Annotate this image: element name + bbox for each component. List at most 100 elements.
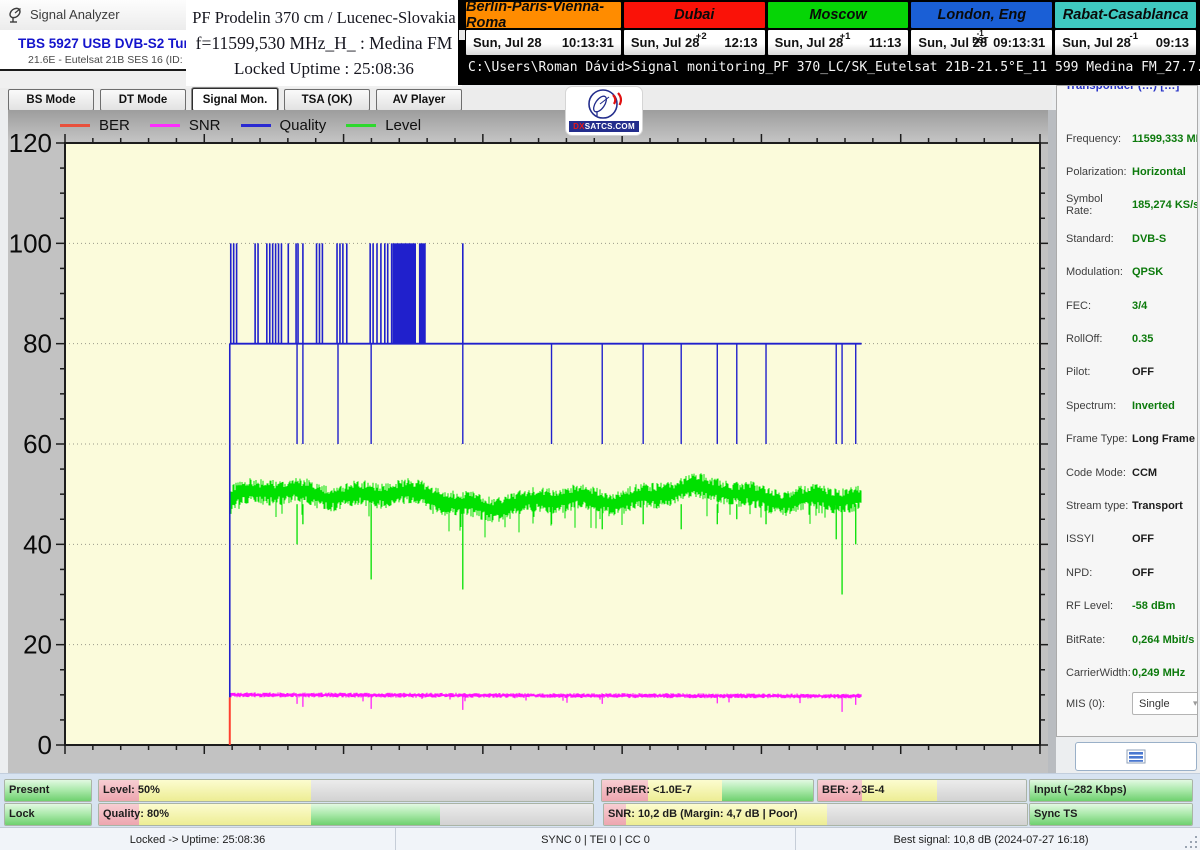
logo-dish-icon [566,87,640,121]
svg-text:20: 20 [23,630,52,660]
clock-city-1[interactable]: Dubai [624,2,765,28]
param-row: CarrierWidth:0,249 MHz [1066,656,1192,689]
clock-time-0: Sun, Jul 2810:13:31 [466,30,621,55]
clock-city-3[interactable]: London, Eng [911,2,1052,28]
param-row: RollOff:0.35 [1066,322,1192,355]
resize-grip[interactable] [1186,828,1200,850]
bar-segment-green [722,780,813,801]
legend-label: SNR [189,117,221,134]
param-label: FEC: [1066,300,1132,312]
clock-city-2[interactable]: Moscow [768,2,909,28]
signal-params-rows: Frequency:11599,333 MHzPolarization:Hori… [1066,122,1192,690]
svg-text:40: 40 [23,529,52,559]
clock-time-3: Sun, Jul 28-1DST09:13:31 [911,30,1052,55]
param-value: DVB-S [1132,233,1192,245]
param-value: 11599,333 MHz [1132,133,1198,145]
dxsatcs-logo: DXSATCS.COM [565,86,643,136]
chevron-down-icon: ▾ [1193,700,1198,707]
clock-time-row: Sun, Jul 2810:13:31Sun, Jul 28+212:13Sun… [466,30,1196,55]
antenna-overlay-panel: PF Prodelin 370 cm / Lucenec-Slovakia f=… [186,0,462,86]
indicator-bar-snr: SNR: 10,2 dB (Margin: 4,7 dB | Poor) [603,803,1028,826]
svg-text:0: 0 [38,730,52,760]
param-label: RollOff: [1066,333,1132,345]
indicator-bar-ber: BER: 2,3E-4 [817,779,1027,802]
param-value: 185,274 KS/s [1132,199,1198,211]
bar-label: SNR: 10,2 dB (Margin: 4,7 dB | Poor) [608,804,798,825]
param-value: QPSK [1132,266,1192,278]
mis-label: MIS (0): [1066,698,1132,710]
stream-list-button[interactable] [1075,742,1197,771]
param-label: CarrierWidth: [1066,667,1132,679]
bar-segment-gray [440,804,593,825]
list-icon [1126,749,1146,764]
svg-text:120: 120 [9,128,52,158]
param-label: Stream type: [1066,500,1132,512]
param-label: Standard: [1066,233,1132,245]
bar-segment-gray [937,780,1026,801]
param-row: FEC:3/4 [1066,289,1192,322]
legend-label: BER [99,117,130,134]
chart-sidebar-divider [1048,110,1056,773]
bar-segment-gray [311,780,593,801]
param-label: Polarization: [1066,166,1132,178]
clock-time-4: Sun, Jul 28-109:13 [1055,30,1196,55]
tab-av-player[interactable]: AV Player [376,89,462,111]
bar-label: Quality: 80% [103,804,169,825]
clock-city-0[interactable]: Berlin-Paris-Vienna-Roma [466,2,621,28]
indicator-bar-syncts: Sync TS [1029,803,1193,826]
mode-tab-bar: BS Mode DT Mode Signal Mon. TSA (OK) AV Play… [0,88,1052,110]
logo-text: DXSATCS.COM [569,121,639,132]
param-row: Modulation:QPSK [1066,256,1192,289]
param-label: Modulation: [1066,266,1132,278]
param-label: Frame Type: [1066,433,1132,445]
bar-segment-green [311,804,439,825]
indicator-bars-zone: PresentLevel: 50%preBER: <1.0E-7BER: 2,3… [0,773,1200,828]
param-value: -58 dBm [1132,600,1192,612]
param-value: OFF [1132,533,1192,545]
param-row: Code Mode:CCM [1066,456,1192,489]
bar-label: Present [9,780,49,801]
antenna-location-text: PF Prodelin 370 cm / Lucenec-Slovakia [186,8,462,28]
tab-dt-mode[interactable]: DT Mode [100,89,186,111]
bar-label: BER: 2,3E-4 [822,780,884,801]
legend-swatch [241,124,271,127]
legend-swatch [60,124,90,127]
bar-label: Lock [9,804,35,825]
legend-label: Quality [280,117,327,134]
param-row: Standard:DVB-S [1066,222,1192,255]
param-row: Frequency:11599,333 MHz [1066,122,1192,155]
console-command-text: C:\Users\Roman Dávid>Signal monitoring_P… [468,60,1196,82]
param-row: ISSYIOFF [1066,523,1192,556]
legend-label: Level [385,117,421,134]
tab-signal-mon-[interactable]: Signal Mon. [192,88,278,111]
locked-uptime-text: Locked Uptime : 25:08:36 [186,59,462,79]
param-value: 3/4 [1132,300,1192,312]
param-value: 0,264 Mbit/s [1132,634,1194,646]
legend-item-ber: BER [60,117,130,134]
param-value: 0,249 MHz [1132,667,1192,679]
mis-dropdown[interactable]: Single ▾ [1132,692,1198,715]
indicator-bar-present: Present [4,779,92,802]
param-label: ISSYI [1066,533,1132,545]
param-row: Frame Type:Long Frame [1066,423,1192,456]
param-row: Pilot:OFF [1066,356,1192,389]
status-sync-counters: SYNC 0 | TEI 0 | CC 0 [396,828,796,850]
legend-swatch [150,124,180,127]
status-bar: Locked -> Uptime: 25:08:36 SYNC 0 | TEI … [0,827,1200,850]
tuner-name: TBS 5927 USB DVB-S2 Tuner [18,36,205,51]
param-label: NPD: [1066,567,1132,579]
frequency-text: f=11599,530 MHz_H_ : Medina FM [186,33,462,54]
clock-city-4[interactable]: Rabat-Casablanca [1055,2,1196,28]
tab-bs-mode[interactable]: BS Mode [8,89,94,111]
bar-label: Level: 50% [103,780,160,801]
param-row: Polarization:Horizontal [1066,155,1192,188]
param-value: Inverted [1132,400,1192,412]
bar-segment-yellow [139,780,312,801]
svg-text:80: 80 [23,329,52,359]
tab-tsa-ok-[interactable]: TSA (OK) [284,89,370,111]
widget-grip[interactable] [459,30,465,40]
satellite-dish-icon [7,6,25,24]
param-label: RF Level: [1066,600,1132,612]
signal-monitor-chart: BERSNRQualityLevel 020406080100120 [8,110,1048,773]
chart-canvas: 020406080100120 [8,110,1048,773]
